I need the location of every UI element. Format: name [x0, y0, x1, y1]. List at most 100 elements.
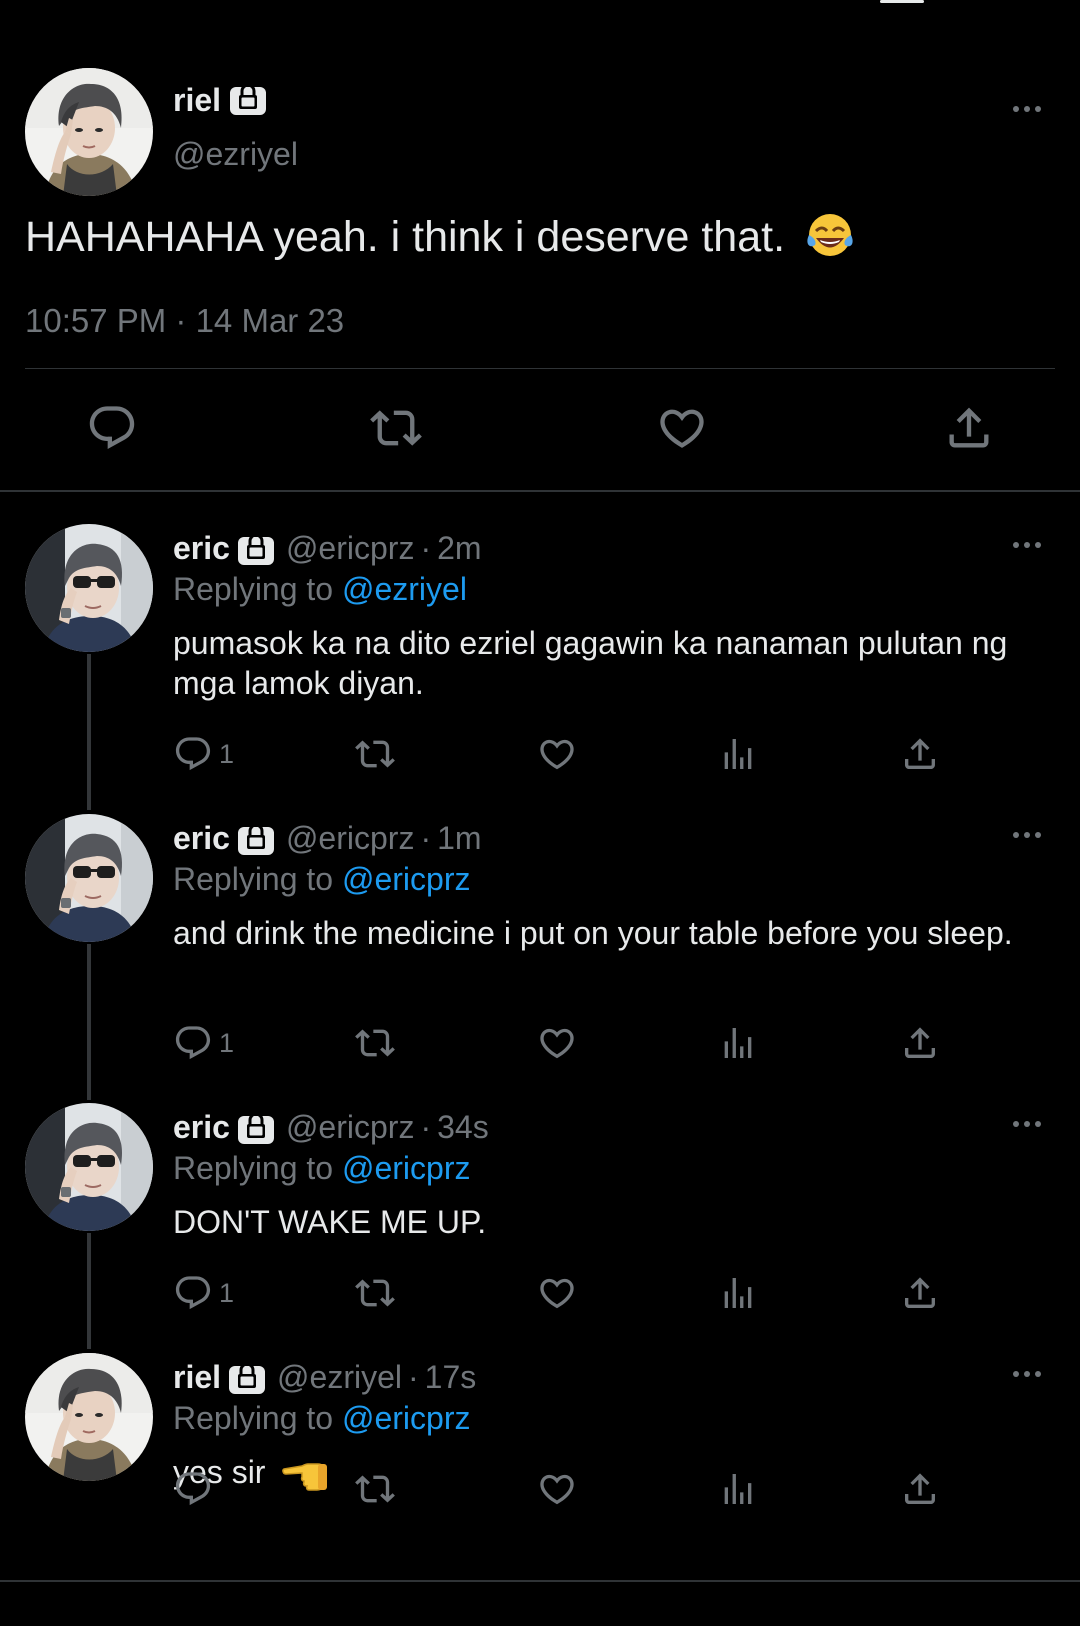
more-options-icon[interactable] [1005, 1109, 1049, 1139]
reply-button[interactable]: 1 [173, 1021, 234, 1065]
lock-icon [230, 82, 266, 116]
section-divider [0, 490, 1080, 492]
reply-time[interactable]: 34s [437, 1109, 489, 1146]
views-button[interactable] [718, 1021, 758, 1065]
avatar-eric-image [25, 814, 153, 942]
mention-link[interactable]: @ericprz [342, 1400, 471, 1436]
avatar[interactable] [25, 524, 153, 652]
author-name[interactable]: riel [173, 1359, 221, 1396]
views-button[interactable] [718, 732, 758, 776]
share-button[interactable] [900, 1467, 940, 1511]
replying-to: Replying to @ericprz [173, 861, 470, 898]
like-icon[interactable] [537, 1469, 577, 1509]
views-button[interactable] [718, 1467, 758, 1511]
reply-actions: 1 [0, 1271, 1080, 1315]
author-name[interactable]: eric [173, 820, 230, 857]
retweet-icon[interactable] [355, 1023, 395, 1063]
more-options-icon[interactable] [1005, 94, 1049, 124]
replying-to-label: Replying to [173, 1400, 334, 1436]
reply-icon[interactable] [86, 402, 138, 454]
like-button[interactable] [537, 732, 577, 776]
share-icon[interactable] [943, 402, 995, 454]
lock-icon [229, 1361, 265, 1395]
more-options-icon[interactable] [1005, 1359, 1049, 1389]
share-icon[interactable] [900, 1469, 940, 1509]
avatar[interactable] [25, 68, 153, 196]
mention-link[interactable]: @ezriyel [342, 571, 467, 607]
views-icon[interactable] [718, 1023, 758, 1063]
author-handle[interactable]: @ericprz [286, 530, 415, 567]
share-button[interactable] [900, 732, 940, 776]
retweet-icon[interactable] [370, 402, 422, 454]
reply-count: 1 [219, 738, 235, 769]
author-name[interactable]: eric [173, 1109, 230, 1146]
retweet-icon[interactable] [355, 1469, 395, 1509]
author-handle[interactable]: @ericprz [286, 1109, 415, 1146]
avatar[interactable] [25, 1103, 153, 1231]
divider [0, 1580, 1080, 1582]
retweet-button[interactable] [355, 1467, 395, 1511]
share-icon[interactable] [900, 1023, 940, 1063]
retweet-icon[interactable] [355, 734, 395, 774]
author-name[interactable]: eric [173, 530, 230, 567]
lock-icon [238, 1111, 274, 1145]
reply-count: 1 [219, 1277, 235, 1308]
retweet-icon[interactable] [355, 1273, 395, 1313]
mention-link[interactable]: @ericprz [342, 1150, 471, 1186]
reply-icon[interactable] [173, 1023, 213, 1063]
like-button[interactable] [537, 1021, 577, 1065]
retweet-button[interactable] [355, 1021, 395, 1065]
author-handle[interactable]: @ezriyel [277, 1359, 402, 1396]
separator-dot: · [420, 1109, 432, 1145]
tweet-thread-page: riel @ezriyel HAHAHAHA yeah. i think i d… [0, 0, 1080, 1626]
views-icon[interactable] [718, 1273, 758, 1313]
reply-time[interactable]: 2m [437, 530, 481, 567]
mention-link[interactable]: @ericprz [342, 861, 471, 897]
more-options-icon[interactable] [1005, 820, 1049, 850]
like-icon[interactable] [537, 1023, 577, 1063]
divider [25, 368, 1055, 369]
reply-header: eric @ericprz · 34s [173, 1109, 489, 1146]
avatar-riel-image [25, 1353, 153, 1481]
reply-icon[interactable] [173, 734, 213, 774]
views-icon[interactable] [718, 734, 758, 774]
share-icon[interactable] [900, 1273, 940, 1313]
like-icon[interactable] [656, 402, 708, 454]
retweet-button[interactable] [355, 732, 395, 776]
separator-dot: · [420, 530, 432, 566]
reply-text: DON'T WAKE ME UP. [173, 1204, 487, 1240]
reply-icon[interactable] [173, 1469, 213, 1509]
reply-header: eric @ericprz · 2m [173, 530, 482, 567]
like-icon[interactable] [537, 1273, 577, 1313]
author-handle[interactable]: @ezriyel [173, 136, 298, 173]
reply-icon[interactable] [173, 1273, 213, 1313]
author-handle[interactable]: @ericprz [286, 820, 415, 857]
avatar[interactable] [25, 814, 153, 942]
tweet-text-content: HAHAHAHA yeah. i think i deserve that. [25, 213, 786, 261]
reply-count: 1 [219, 1027, 235, 1058]
like-button[interactable] [537, 1467, 577, 1511]
like-icon[interactable] [537, 734, 577, 774]
retweet-button[interactable] [355, 1271, 395, 1315]
replying-to-label: Replying to [173, 1150, 334, 1186]
reply-button[interactable]: 1 [173, 732, 234, 776]
tweet-timestamp[interactable]: 10:57 PM · 14 Mar 23 [25, 302, 344, 340]
share-button[interactable] [900, 1271, 940, 1315]
share-button[interactable] [900, 1021, 940, 1065]
more-options-icon[interactable] [1005, 530, 1049, 560]
reply-time[interactable]: 1m [437, 820, 481, 857]
separator-dot: · [407, 1359, 419, 1395]
avatar[interactable] [25, 1353, 153, 1481]
reply-time[interactable]: 17s [425, 1359, 477, 1396]
like-button[interactable] [537, 1271, 577, 1315]
reply-button[interactable]: 1 [173, 1271, 234, 1315]
author-name[interactable]: riel [173, 82, 221, 119]
share-icon[interactable] [900, 734, 940, 774]
lock-icon [238, 532, 274, 566]
reply-actions: 1 [0, 1021, 1080, 1065]
views-icon[interactable] [718, 1469, 758, 1509]
views-button[interactable] [718, 1271, 758, 1315]
face-with-tears-of-joy-icon [807, 213, 853, 256]
avatar-eric-image [25, 524, 153, 652]
reply-button[interactable] [173, 1467, 219, 1511]
